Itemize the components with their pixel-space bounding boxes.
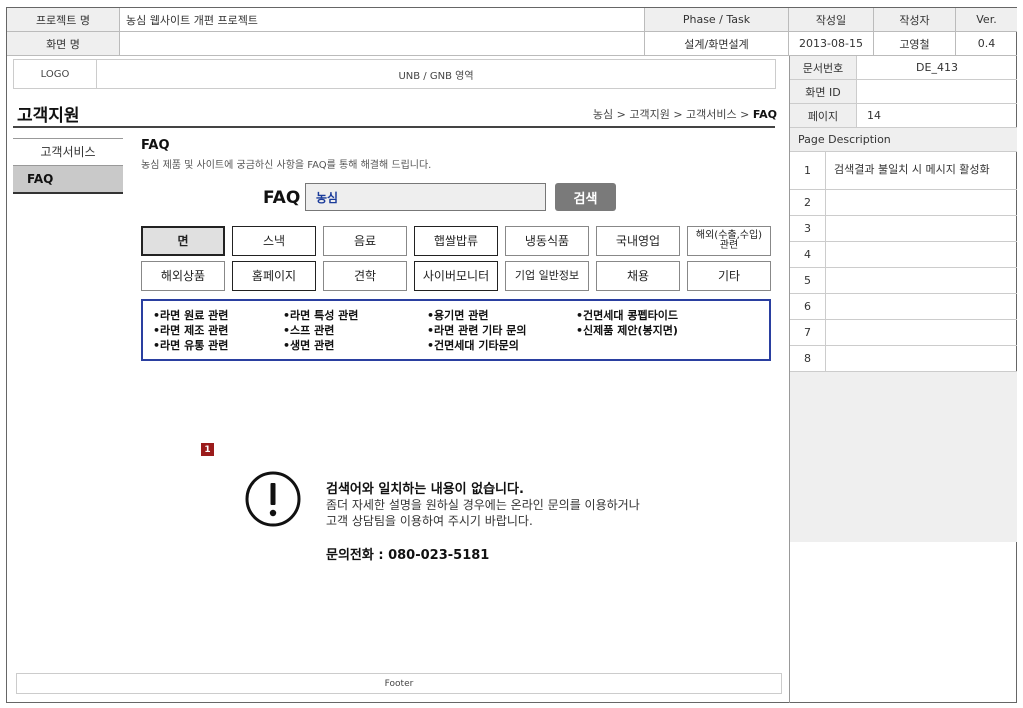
breadcrumb-current: FAQ <box>752 108 777 121</box>
breadcrumb-path[interactable]: 농심 > 고객지원 > 고객서비스 > <box>593 108 753 121</box>
description-row-text: 검색결과 불일치 시 메시지 활성화 <box>826 152 1017 190</box>
lnb-item-faq[interactable]: FAQ <box>13 165 123 194</box>
search-button[interactable]: 검색 <box>555 183 616 211</box>
description-row-text <box>826 190 1017 216</box>
date-label: 작성일 <box>789 8 874 32</box>
description-row-text <box>826 268 1017 294</box>
description-row-number: 3 <box>790 216 826 242</box>
unb-gnb-area: UNB / GNB 영역 <box>97 59 776 89</box>
topic-link[interactable]: •라면 관련 기타 문의 <box>427 322 526 338</box>
lnb-item-customer-service[interactable]: 고객서비스 <box>13 138 123 164</box>
topic-link[interactable]: •라면 제조 관련 <box>153 322 228 338</box>
category-domestic-sales[interactable]: 국내영업 <box>596 226 680 256</box>
faq-subtitle: 농심 제품 및 사이트에 궁금하신 사항을 FAQ를 통해 해결해 드립니다. <box>141 160 432 171</box>
topic-link[interactable]: •라면 원료 관련 <box>153 307 228 323</box>
description-row-text <box>826 294 1017 320</box>
description-row-number: 4 <box>790 242 826 268</box>
footer: Footer <box>16 673 782 694</box>
category-overseas-products[interactable]: 해외상품 <box>141 261 225 291</box>
category-snack[interactable]: 스낵 <box>232 226 316 256</box>
no-result-text-line: 고객 상담팀을 이용하여 주시기 바랍니다. <box>326 514 533 528</box>
right-panel-empty-area <box>790 372 1017 542</box>
author-value: 고영철 <box>874 32 956 56</box>
doc-no-label: 문서번호 <box>790 56 856 80</box>
logo[interactable]: LOGO <box>13 59 97 89</box>
description-row-number: 2 <box>790 190 826 216</box>
description-row-text <box>826 216 1017 242</box>
doc-no-value: DE_413 <box>856 56 1017 80</box>
category-etc[interactable]: 기타 <box>687 261 771 291</box>
title-divider <box>13 126 775 128</box>
faq-heading: FAQ <box>141 138 170 153</box>
category-noodle[interactable]: 면 <box>141 226 225 256</box>
annotation-badge: 1 <box>201 443 214 456</box>
category-recruit[interactable]: 채용 <box>596 261 680 291</box>
category-overseas-export-import[interactable]: 해외(수출,수입) 관련 <box>687 226 771 256</box>
search-input[interactable]: 농심 <box>305 183 546 211</box>
category-beverage[interactable]: 음료 <box>323 226 407 256</box>
page-description-title: Page Description <box>790 128 1017 152</box>
description-row-text <box>826 320 1017 346</box>
exclamation-icon <box>245 471 301 527</box>
date-value: 2013-08-15 <box>789 32 874 56</box>
search-label: FAQ <box>263 188 301 208</box>
page-value: 14 <box>856 104 1017 128</box>
category-homepage[interactable]: 홈페이지 <box>232 261 316 291</box>
project-label: 프로젝트 명 <box>7 8 120 32</box>
page-label: 페이지 <box>790 104 856 128</box>
project-value: 농심 웹사이트 개편 프로젝트 <box>120 8 645 32</box>
screen-value <box>120 32 645 56</box>
description-row-text <box>826 242 1017 268</box>
page-title: 고객지원 <box>17 106 80 126</box>
category-cyber-monitor[interactable]: 사이버모니터 <box>414 261 498 291</box>
phase-value: 설계/화면설계 <box>645 32 789 56</box>
contact-phone: 문의전화 : 080-023-5181 <box>326 548 490 563</box>
category-frozen-food[interactable]: 냉동식품 <box>505 226 589 256</box>
category-company-info[interactable]: 기업 일반정보 <box>505 261 589 291</box>
topic-link[interactable]: •스프 관련 <box>283 322 334 338</box>
description-row-number: 5 <box>790 268 826 294</box>
topic-list-box: •라면 원료 관련 •라면 제조 관련 •라면 유통 관련 •라면 특성 관련 … <box>141 299 771 361</box>
no-result-title: 검색어와 일치하는 내용이 없습니다. <box>326 482 524 497</box>
description-row-number: 6 <box>790 294 826 320</box>
description-row-number: 1 <box>790 152 826 190</box>
ver-label: Ver. <box>956 8 1017 32</box>
topic-link[interactable]: •건면세대 콩펩타이드 <box>576 307 678 323</box>
category-tour[interactable]: 견학 <box>323 261 407 291</box>
category-rice[interactable]: 햅쌀밥류 <box>414 226 498 256</box>
screen-id-label: 화면 ID <box>790 80 856 104</box>
topic-link[interactable]: •라면 특성 관련 <box>283 307 358 323</box>
breadcrumb: 농심 > 고객지원 > 고객서비스 > FAQ <box>593 106 777 122</box>
screen-label: 화면 명 <box>7 32 120 56</box>
no-result-text-line: 좀더 자세한 설명을 원하실 경우에는 온라인 문의를 이용하거나 <box>326 498 640 512</box>
description-row-number: 8 <box>790 346 826 372</box>
ver-value: 0.4 <box>956 32 1017 56</box>
phase-label: Phase / Task <box>645 8 789 32</box>
topic-link[interactable]: •용기면 관련 <box>427 307 488 323</box>
description-row-number: 7 <box>790 320 826 346</box>
description-row-text <box>826 346 1017 372</box>
screen-id-value <box>856 80 1017 104</box>
topic-link[interactable]: •신제품 제안(봉지면) <box>576 322 678 338</box>
topic-link[interactable]: •생면 관련 <box>283 337 334 353</box>
author-label: 작성자 <box>874 8 956 32</box>
topic-link[interactable]: •건면세대 기타문의 <box>427 337 519 353</box>
topic-link[interactable]: •라면 유통 관련 <box>153 337 228 353</box>
